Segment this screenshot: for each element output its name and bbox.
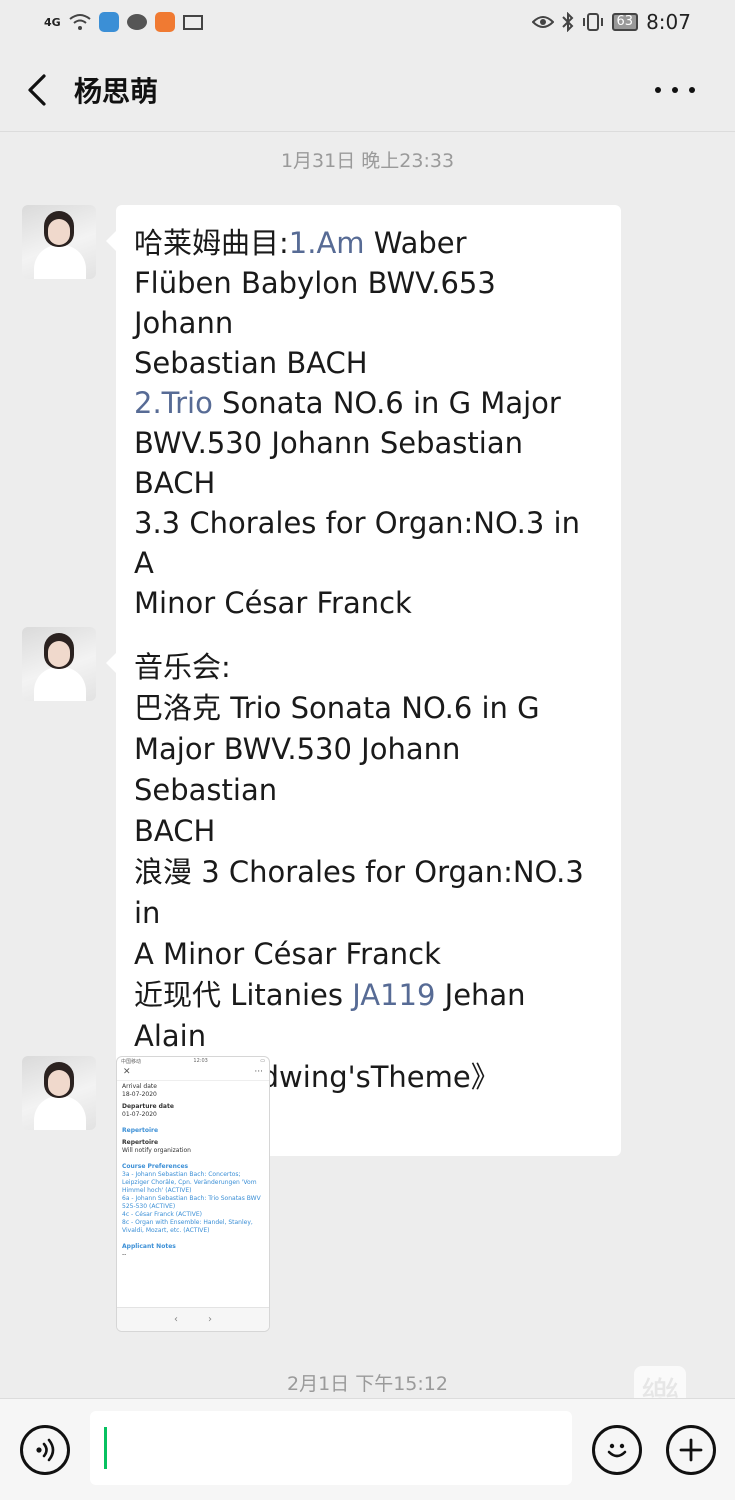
message-link[interactable]: 1.Am (289, 226, 365, 260)
message-text: BACH (134, 814, 216, 848)
message-line: Minor César Franck (134, 583, 603, 623)
thumb-course-heading: Course Preferences (122, 1163, 189, 1170)
thumb-back-icon: ‹ (174, 1314, 178, 1325)
chevron-left-icon (28, 74, 46, 106)
thumb-clock: 12:03 (193, 1058, 208, 1064)
message-line: 2.Trio Sonata NO.6 in G Major (134, 383, 603, 423)
message-line: A Minor César Franck (134, 934, 603, 975)
emoji-button[interactable] (592, 1425, 642, 1475)
status-left: 4G (44, 12, 203, 32)
health-app-icon (154, 12, 175, 32)
message-line: Flüben Babylon BWV.653 Johann (134, 263, 603, 343)
more-dot (672, 87, 678, 93)
voice-icon (36, 1438, 55, 1462)
eye-icon (531, 14, 554, 30)
message-link[interactable]: 2.Trio (134, 386, 213, 420)
message-input[interactable] (90, 1411, 572, 1485)
vibrate-icon (582, 12, 604, 32)
avatar[interactable] (22, 1056, 96, 1130)
emoji-icon (607, 1443, 627, 1458)
message-icon (126, 14, 147, 30)
thumb-course: 3a - Johann Sebastian Bach: Concertos; L… (122, 1171, 257, 1194)
thumb-forward-icon: › (208, 1314, 212, 1325)
message-text: A Minor César Franck (134, 937, 441, 971)
message-line: Major BWV.530 Johann Sebastian (134, 729, 603, 811)
chat-header: 杨思萌 (0, 48, 735, 132)
input-bar (0, 1398, 735, 1500)
more-dot (655, 87, 661, 93)
message-text: 3.3 Chorales for Organ:NO.3 in A (134, 506, 580, 580)
thumb-departure-value: 01-07-2020 (122, 1111, 157, 1118)
message-text: 巴洛克 Trio Sonata NO.6 in G (134, 691, 540, 725)
back-button[interactable] (22, 70, 54, 110)
message-text: Sebastian BACH (134, 346, 368, 380)
message-line: 浪漫 3 Chorales for Organ:NO.3 in (134, 852, 603, 934)
thumb-course: 8c - Organ with Ensemble: Handel, Stanle… (122, 1219, 253, 1234)
more-options-button[interactable] (655, 76, 695, 104)
voice-input-button[interactable] (20, 1425, 70, 1475)
message-text: Major BWV.530 Johann Sebastian (134, 732, 461, 807)
thumb-browser-nav: ‹ › (117, 1307, 269, 1331)
message-line: BACH (134, 811, 603, 852)
chat-title: 杨思萌 (74, 75, 159, 108)
wifi-icon (69, 13, 91, 31)
message-link[interactable]: JA119 (352, 978, 435, 1012)
message-line: 近现代 Litanies JA119 Jehan Alain (134, 975, 603, 1057)
message-line: 哈莱姆曲目:1.Am Waber (134, 223, 603, 263)
message-text: BWV.530 Johann Sebastian BACH (134, 426, 523, 500)
message-timestamp: 1月31日 晚上23:33 (280, 150, 455, 172)
message-text: Minor César Franck (134, 586, 412, 620)
message-text: Waber (364, 226, 467, 260)
message-text: 浪漫 3 Chorales for Organ:NO.3 in (134, 855, 584, 930)
thumb-carrier: 中国移动 (121, 1059, 142, 1065)
message-timestamp: 2月1日 下午15:12 (287, 1373, 448, 1395)
thumb-departure-label: Departure date (122, 1103, 174, 1110)
avatar[interactable] (22, 627, 96, 701)
image-message[interactable]: 中国移动 12:03 ▭ ✕ ··· Arrival date 18-07-20… (116, 1056, 270, 1332)
message-line: 音乐会: (134, 647, 603, 688)
thumb-course: 4c - César Franck (ACTIVE) (122, 1211, 202, 1218)
message-line: Sebastian BACH (134, 343, 603, 383)
thumb-close-icon: ✕ (123, 1067, 131, 1077)
thumb-more-icon: ··· (254, 1067, 263, 1077)
text-caret (104, 1427, 107, 1469)
thumb-course: 6a - Johann Sebastian Bach: Trio Sonatas… (122, 1195, 261, 1210)
message-text: Sonata NO.6 in G Major (212, 386, 561, 420)
app-notification-icon (98, 12, 119, 32)
more-functions-button[interactable] (666, 1425, 716, 1475)
plus-icon (679, 1438, 703, 1462)
thumb-repertoire-label: Repertoire (122, 1139, 159, 1146)
message-line: 3.3 Chorales for Organ:NO.3 in A (134, 503, 603, 583)
thumb-battery-icon: ▭ (260, 1058, 265, 1064)
thumb-notes-heading: Applicant Notes (122, 1243, 176, 1250)
message-text: 哈莱姆曲目: (134, 226, 289, 260)
thumb-content: Arrival date 18-07-2020 Departure date 0… (117, 1081, 269, 1261)
mail-icon (182, 14, 203, 30)
message-text: Flüben Babylon BWV.653 Johann (134, 266, 496, 340)
avatar[interactable] (22, 205, 96, 279)
status-clock: 8:07 (646, 10, 691, 34)
message-line: 巴洛克 Trio Sonata NO.6 in G (134, 688, 603, 729)
battery-icon: 63 (611, 13, 639, 31)
bluetooth-icon (561, 12, 574, 32)
thumb-nav: ✕ ··· (117, 1067, 269, 1081)
thumb-repertoire-heading: Repertoire (122, 1127, 159, 1134)
message-text: 近现代 Litanies (134, 978, 353, 1012)
message-line: BWV.530 Johann Sebastian BACH (134, 423, 603, 503)
thumb-status-bar: 中国移动 12:03 ▭ (117, 1057, 269, 1067)
thumb-arrival-value: 18-07-2020 (122, 1091, 157, 1098)
thumb-notes-value: -- (122, 1251, 127, 1258)
thumb-arrival-label: Arrival date (122, 1083, 157, 1090)
status-right: 63 8:07 (531, 10, 691, 34)
thumb-repertoire-value: Will notify organization (122, 1147, 191, 1154)
more-dot (689, 87, 695, 93)
status-bar: 4G 63 8:07 (0, 0, 735, 44)
message-text: 音乐会: (134, 650, 231, 684)
signal-icon: 4G (44, 15, 61, 29)
